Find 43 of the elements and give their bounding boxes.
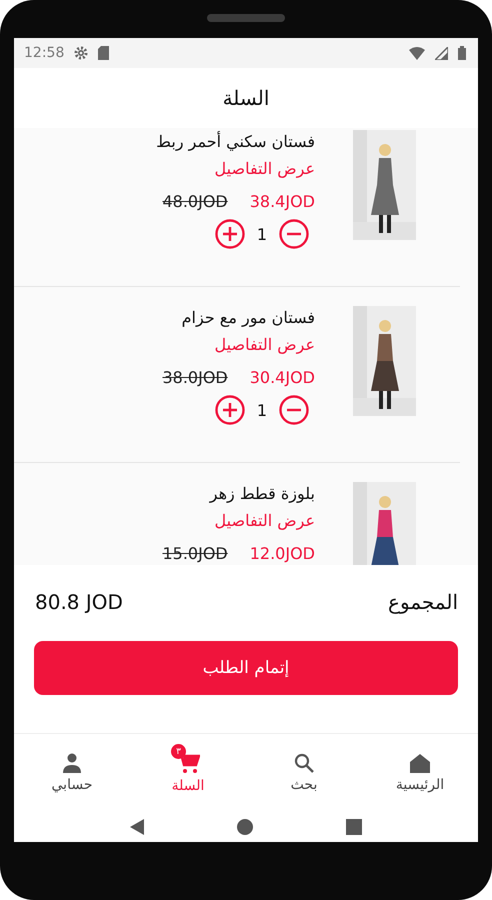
- product-name: بلوزة قطط زهر: [210, 484, 315, 503]
- sale-price: 12.0JOD: [250, 544, 315, 563]
- decrease-button[interactable]: [279, 395, 309, 425]
- checkout-button[interactable]: إتمام الطلب: [34, 641, 458, 695]
- search-icon: [294, 753, 314, 773]
- details-link[interactable]: عرض التفاصيل: [214, 335, 315, 354]
- details-link[interactable]: عرض التفاصيل: [214, 159, 315, 178]
- increase-button[interactable]: [214, 395, 245, 425]
- person-icon: [62, 753, 82, 773]
- minus-icon: [279, 219, 309, 249]
- recents-icon[interactable]: [346, 819, 362, 835]
- plus-icon: [214, 219, 245, 249]
- sd-card-icon: [98, 46, 110, 60]
- nav-tab[interactable]: بحث: [246, 734, 362, 812]
- original-price: 48.0JOD: [162, 192, 228, 211]
- quantity-value: 1: [256, 224, 267, 244]
- cart-count-badge: ٣: [171, 744, 186, 759]
- battery-icon: [458, 46, 466, 60]
- increase-button[interactable]: [214, 219, 245, 249]
- details-link[interactable]: عرض التفاصيل: [214, 511, 315, 530]
- total-value: 80.8 JOD: [35, 590, 123, 614]
- page-title: السلة: [222, 86, 270, 110]
- nav-tab[interactable]: ٣ السلة: [130, 734, 246, 812]
- wifi-icon: [409, 46, 425, 60]
- decrease-button[interactable]: [279, 219, 309, 249]
- product-name: فستان سكني أحمر ربط: [156, 132, 315, 151]
- home-circle-icon[interactable]: [236, 819, 253, 835]
- product-name: فستان مور مع حزام: [182, 308, 315, 327]
- nav-tab[interactable]: الرئيسية: [362, 734, 478, 812]
- nav-tab[interactable]: حسابي: [14, 734, 130, 812]
- plus-icon: [214, 395, 245, 425]
- total-label: المجموع: [388, 590, 458, 614]
- quantity-value: 1: [256, 400, 267, 420]
- signal-icon: [435, 46, 448, 60]
- status-time: 12:58: [24, 45, 64, 61]
- gear-icon: [74, 46, 88, 60]
- home-icon: [409, 753, 431, 773]
- sale-price: 38.4JOD: [250, 192, 315, 211]
- minus-icon: [279, 395, 309, 425]
- back-icon[interactable]: [130, 819, 144, 835]
- original-price: 38.0JOD: [162, 368, 228, 387]
- original-price: 15.0JOD: [162, 544, 228, 563]
- sale-price: 30.4JOD: [250, 368, 315, 387]
